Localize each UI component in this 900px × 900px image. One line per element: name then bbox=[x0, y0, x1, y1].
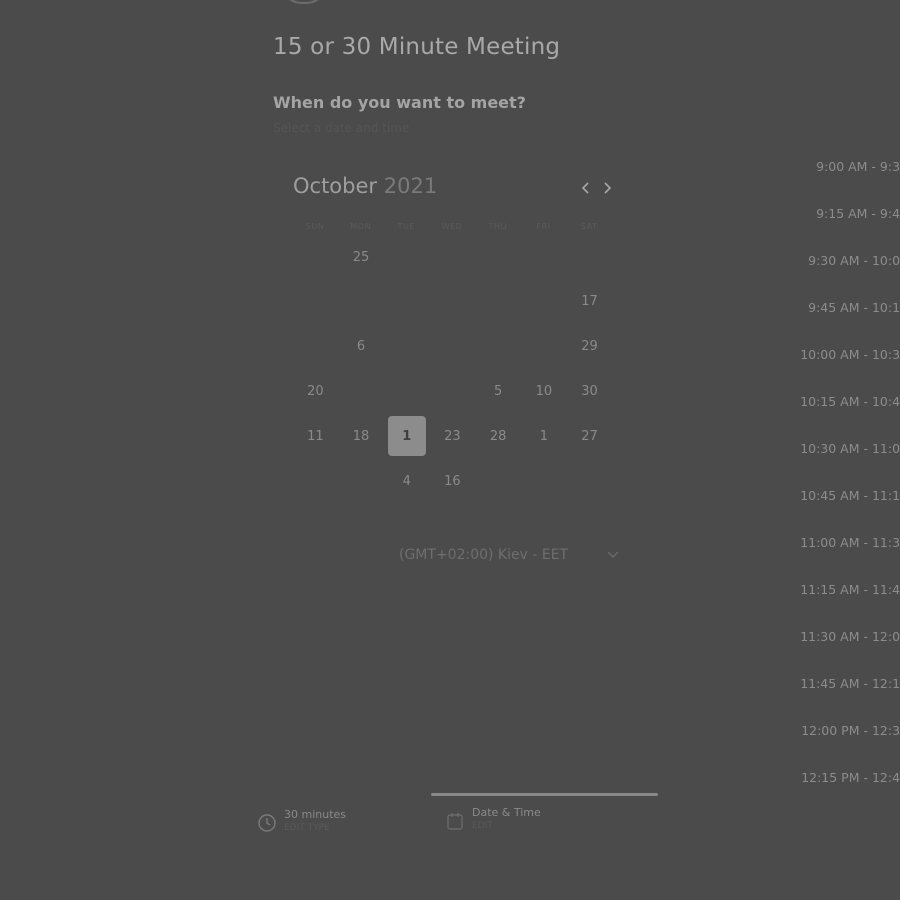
chevron-right-icon bbox=[604, 182, 612, 194]
calendar-day-selected[interactable]: 1 bbox=[387, 416, 426, 457]
weekday-tue: TUE bbox=[397, 222, 416, 231]
weekday-wed: WED bbox=[441, 222, 463, 231]
calendar-year: 2021 bbox=[383, 174, 438, 198]
calendar-month-header: October 2021 bbox=[293, 174, 437, 198]
calendar-day bbox=[296, 282, 334, 322]
calendar-day bbox=[525, 282, 563, 322]
calendar-day[interactable]: 27 bbox=[571, 416, 609, 456]
weekday-sat: SAT bbox=[580, 222, 598, 231]
time-slot[interactable]: 10:15 AM - 10:45 bbox=[800, 394, 900, 409]
calendar-day[interactable]: 29 bbox=[571, 327, 609, 367]
time-slot[interactable]: 9:30 AM - 10:00 bbox=[808, 253, 900, 268]
time-slot[interactable]: 10:00 AM - 10:30 bbox=[800, 347, 900, 362]
calendar-day bbox=[388, 237, 426, 277]
calendar-day[interactable]: 1 bbox=[525, 416, 563, 456]
calendar-day[interactable]: 17 bbox=[571, 282, 609, 322]
calendar-day[interactable]: 30 bbox=[571, 371, 609, 411]
timezone-select[interactable]: (GMT+02:00) Kiev - EET bbox=[399, 544, 623, 566]
step-date-time[interactable]: Date & Time EDIT bbox=[446, 806, 541, 832]
calendar-day bbox=[525, 237, 563, 277]
calendar-day bbox=[388, 371, 426, 411]
time-slot[interactable]: 9:45 AM - 10:15 bbox=[808, 300, 900, 315]
page-title: 15 or 30 Minute Meeting bbox=[273, 34, 561, 60]
chevron-left-icon bbox=[581, 182, 589, 194]
calendar-day bbox=[525, 461, 563, 501]
calendar-day[interactable]: 20 bbox=[296, 371, 334, 411]
calendar-month: October bbox=[293, 174, 378, 198]
calendar-day bbox=[296, 327, 334, 367]
calendar-day[interactable]: 4 bbox=[388, 461, 426, 501]
calendar-day bbox=[388, 282, 426, 322]
time-slot[interactable]: 11:15 AM - 11:45 bbox=[800, 582, 900, 597]
calendar-day[interactable]: 6 bbox=[342, 327, 380, 367]
calendar-day bbox=[571, 237, 609, 277]
calendar-day bbox=[433, 282, 471, 322]
time-slot[interactable]: 11:00 AM - 11:30 bbox=[800, 535, 900, 550]
calendar-day[interactable]: 28 bbox=[479, 416, 517, 456]
weekday-thu: THU bbox=[488, 222, 508, 231]
calendar-icon bbox=[446, 812, 464, 830]
step-duration-label: 30 minutes bbox=[284, 808, 347, 821]
calendar-day bbox=[525, 327, 563, 367]
calendar-grid: 25 17 6 29 20 5 10 30 11 18 1 23 28 1 27 4 16 bbox=[292, 237, 612, 507]
chevron-down-icon bbox=[607, 548, 619, 563]
step-duration[interactable]: 30 minutes EDIT TYPE bbox=[258, 808, 346, 834]
calendar-day bbox=[433, 371, 471, 411]
calendar-day bbox=[433, 327, 471, 367]
clock-icon bbox=[258, 814, 276, 832]
time-slot[interactable]: 10:30 AM - 11:00 bbox=[800, 441, 900, 456]
calendar-day bbox=[342, 282, 380, 322]
time-slot-list: 9:00 AM - 9:30 9:15 AM - 9:45 9:30 AM - 10… bbox=[790, 0, 900, 800]
calendar-day bbox=[571, 461, 609, 501]
calendar-day bbox=[433, 237, 471, 277]
time-slot[interactable]: 10:45 AM - 11:15 bbox=[800, 488, 900, 503]
section-subtext: Select a date and time bbox=[273, 121, 410, 135]
time-slot[interactable]: 12:00 PM - 12:30 bbox=[801, 723, 900, 738]
step-date-time-sub: EDIT bbox=[472, 821, 493, 831]
calendar-day bbox=[296, 237, 334, 277]
calendar-day bbox=[342, 371, 380, 411]
calendar-day bbox=[479, 237, 517, 277]
host-avatar bbox=[280, 0, 328, 4]
next-month-button[interactable] bbox=[597, 176, 617, 200]
timezone-label: (GMT+02:00) Kiev - EET bbox=[399, 547, 569, 563]
calendar-day bbox=[479, 327, 517, 367]
step-date-time-label: Date & Time bbox=[472, 806, 541, 819]
calendar-day[interactable]: 23 bbox=[433, 416, 471, 456]
calendar-day[interactable]: 16 bbox=[433, 461, 471, 501]
weekday-fri: FRI bbox=[536, 222, 551, 231]
calendar-day bbox=[479, 282, 517, 322]
calendar-day[interactable]: 10 bbox=[525, 371, 563, 411]
previous-month-button[interactable] bbox=[576, 176, 596, 200]
calendar-day[interactable]: 18 bbox=[342, 416, 380, 456]
section-heading: When do you want to meet? bbox=[273, 93, 526, 112]
time-slot[interactable]: 11:30 AM - 12:00 bbox=[800, 629, 900, 644]
calendar-day bbox=[479, 461, 517, 501]
step-duration-sub: EDIT TYPE bbox=[284, 823, 330, 833]
weekday-mon: MON bbox=[350, 222, 372, 231]
calendar-day[interactable]: 11 bbox=[296, 416, 334, 456]
time-slot[interactable]: 11:45 AM - 12:15 bbox=[800, 676, 900, 691]
time-slot[interactable]: 12:15 PM - 12:45 bbox=[801, 770, 900, 785]
calendar-day bbox=[388, 327, 426, 367]
calendar-day[interactable]: 5 bbox=[479, 371, 517, 411]
calendar-day bbox=[342, 461, 380, 501]
calendar-day bbox=[296, 461, 334, 501]
time-slot[interactable]: 9:00 AM - 9:30 bbox=[816, 159, 900, 174]
weekday-header: SUN MON TUE WED THU FRI SAT bbox=[292, 222, 612, 234]
time-slot[interactable]: 9:15 AM - 9:45 bbox=[816, 206, 900, 221]
step-progress-indicator bbox=[431, 793, 658, 796]
weekday-sun: SUN bbox=[305, 222, 325, 231]
calendar-day[interactable]: 25 bbox=[342, 237, 380, 277]
